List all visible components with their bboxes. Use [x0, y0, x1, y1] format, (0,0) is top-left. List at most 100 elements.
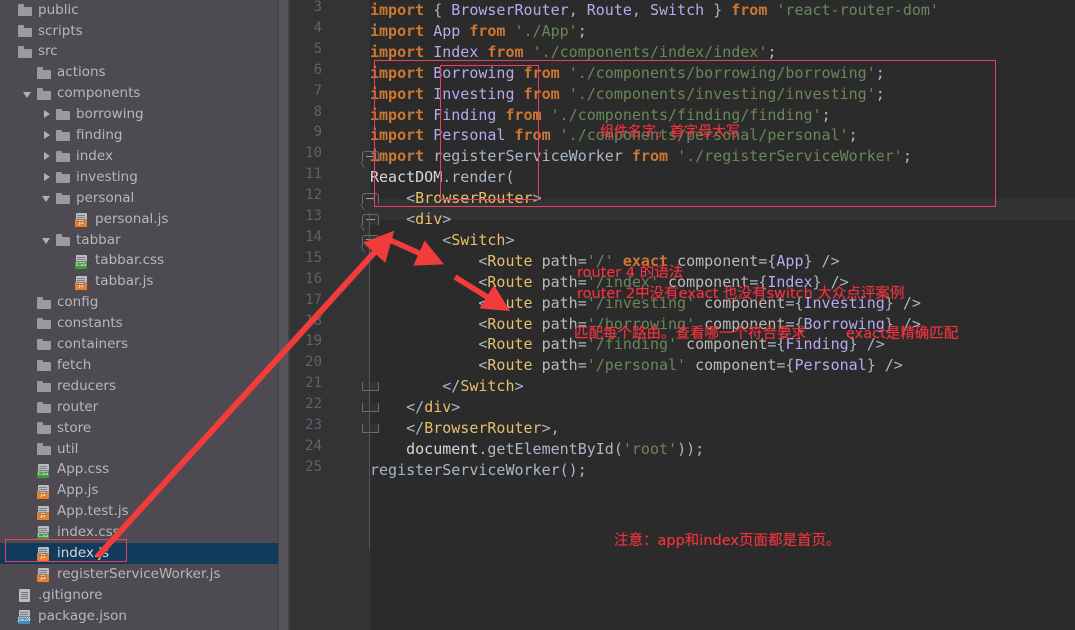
tree-item-constants[interactable]: constants: [0, 314, 278, 335]
tree-item-fetch[interactable]: fetch: [0, 355, 278, 376]
code-line: import registerServiceWorker from './reg…: [370, 147, 912, 166]
tree-item-src[interactable]: src: [0, 42, 278, 63]
tree-item-tabbar-css[interactable]: CSS tabbar.css: [0, 251, 278, 272]
sidebar-scrollbar-thumb[interactable]: [279, 0, 288, 630]
tree-item-personal-js[interactable]: JS personal.js: [0, 209, 278, 230]
line-number: 7: [313, 82, 322, 99]
chevron-down-icon[interactable]: [42, 193, 53, 204]
code-line: import { BrowserRouter, Route, Switch } …: [370, 1, 939, 19]
folder-icon: [56, 150, 71, 163]
line-number: 5: [313, 40, 322, 57]
tree-item-config[interactable]: config: [0, 293, 278, 314]
folder-icon: [56, 171, 71, 184]
line-number: 11: [305, 166, 322, 183]
code-line: <Route path='/finding' component={Findin…: [370, 335, 885, 354]
tree-item-util[interactable]: util: [0, 439, 278, 460]
tree-item-label: personal.js: [95, 210, 169, 227]
file-type-badge: JSON: [18, 616, 31, 625]
js-file-icon: JS: [37, 568, 52, 583]
line-number: 13: [305, 208, 322, 224]
js-file-icon: JS: [75, 275, 90, 290]
chevron-right-icon[interactable]: [42, 172, 53, 183]
css-file-icon: CSS: [37, 526, 52, 541]
tree-item-app-css[interactable]: CSS App.css: [0, 460, 278, 481]
chevron-right-icon[interactable]: [42, 151, 53, 162]
folder-icon: [37, 67, 52, 80]
tree-item-label: .gitignore: [38, 586, 103, 603]
line-number: 23: [305, 417, 322, 433]
tree-item-components[interactable]: components: [0, 84, 278, 105]
tree-item-borrowing[interactable]: borrowing: [0, 105, 278, 126]
tree-item-store[interactable]: store: [0, 418, 278, 439]
code-editor[interactable]: 3 4 5 6 7 8 9 10 11 12 13 14 15 16 17 18 19 20 21 22 23 24 25 …: [290, 0, 1075, 630]
folder-icon: [56, 234, 71, 247]
code-line: import Investing from './components/inve…: [370, 84, 885, 103]
tree-item-registerserviceworker-js[interactable]: JS registerServiceWorker.js: [0, 564, 278, 585]
tree-item-scripts[interactable]: scripts: [0, 21, 278, 42]
code-line: <Switch>: [370, 230, 515, 249]
tree-item-finding[interactable]: finding: [0, 125, 278, 146]
code-text-area[interactable]: import { BrowserRouter, Route, Switch } …: [370, 0, 1075, 630]
code-line: ReactDOM.render(: [370, 168, 515, 187]
tree-item-reducers[interactable]: reducers: [0, 376, 278, 397]
tree-item-label: tabbar.css: [95, 252, 165, 269]
line-number: 9: [313, 124, 322, 141]
tree-item-label: index: [76, 147, 113, 164]
tree-item-investing[interactable]: investing: [0, 167, 278, 188]
tree-item--gitignore[interactable]: .gitignore: [0, 585, 278, 606]
tree-item-tabbar-js[interactable]: JS tabbar.js: [0, 272, 278, 293]
tree-item-router[interactable]: router: [0, 397, 278, 418]
tree-item-label: scripts: [38, 22, 83, 39]
tree-item-label: index.js: [57, 545, 110, 562]
tree-item-label: util: [57, 440, 79, 457]
tree-item-label: App.js: [57, 482, 99, 499]
tree-item-tabbar[interactable]: tabbar: [0, 230, 278, 251]
tree-item-index-js[interactable]: JS index.js: [0, 543, 278, 565]
file-type-badge: CSS: [37, 469, 49, 478]
tree-item-package-json[interactable]: JSON package.json: [0, 606, 278, 627]
tree-item-label: router: [57, 398, 99, 415]
line-number: 3: [313, 0, 322, 15]
file-type-badge: JS: [37, 553, 49, 562]
chevron-right-icon[interactable]: [42, 109, 53, 120]
folder-icon: [37, 401, 52, 414]
folder-icon: [18, 25, 33, 38]
editor-gutter[interactable]: 3 4 5 6 7 8 9 10 11 12 13 14 15 16 17 18 19 20 21 22 23 24 25: [290, 0, 379, 630]
tree-item-public[interactable]: public: [0, 0, 278, 21]
tree-item-index[interactable]: index: [0, 146, 278, 167]
tree-item-label: src: [38, 43, 58, 60]
sidebar-scrollbar-track[interactable]: [278, 0, 290, 630]
tree-item-label: finding: [76, 127, 123, 144]
chevron-down-icon[interactable]: [42, 235, 53, 246]
tree-item-containers[interactable]: containers: [0, 334, 278, 355]
tree-item-app-js[interactable]: JS App.js: [0, 481, 278, 502]
js-test-file-icon: JS: [37, 505, 52, 520]
code-line: import Finding from './components/findin…: [370, 105, 831, 124]
project-tree-panel[interactable]: public scripts src actions components borrowi…: [0, 0, 278, 630]
tree-item-index-css[interactable]: CSS index.css: [0, 523, 278, 544]
folder-icon: [37, 380, 52, 393]
folder-icon: [56, 108, 71, 121]
tree-item-personal[interactable]: personal: [0, 188, 278, 209]
line-number: 10: [305, 145, 322, 162]
chevron-right-icon[interactable]: [42, 130, 53, 141]
chevron-down-icon[interactable]: [23, 89, 34, 100]
js-file-icon: JS: [37, 484, 52, 499]
line-number: 16: [305, 270, 322, 287]
tree-item-app-test-js[interactable]: JS App.test.js: [0, 502, 278, 523]
folder-icon: [37, 443, 52, 456]
line-number: 8: [313, 103, 322, 120]
file-type-badge: JS: [37, 511, 49, 520]
tree-item-actions[interactable]: actions: [0, 63, 278, 84]
folder-icon: [37, 359, 52, 372]
